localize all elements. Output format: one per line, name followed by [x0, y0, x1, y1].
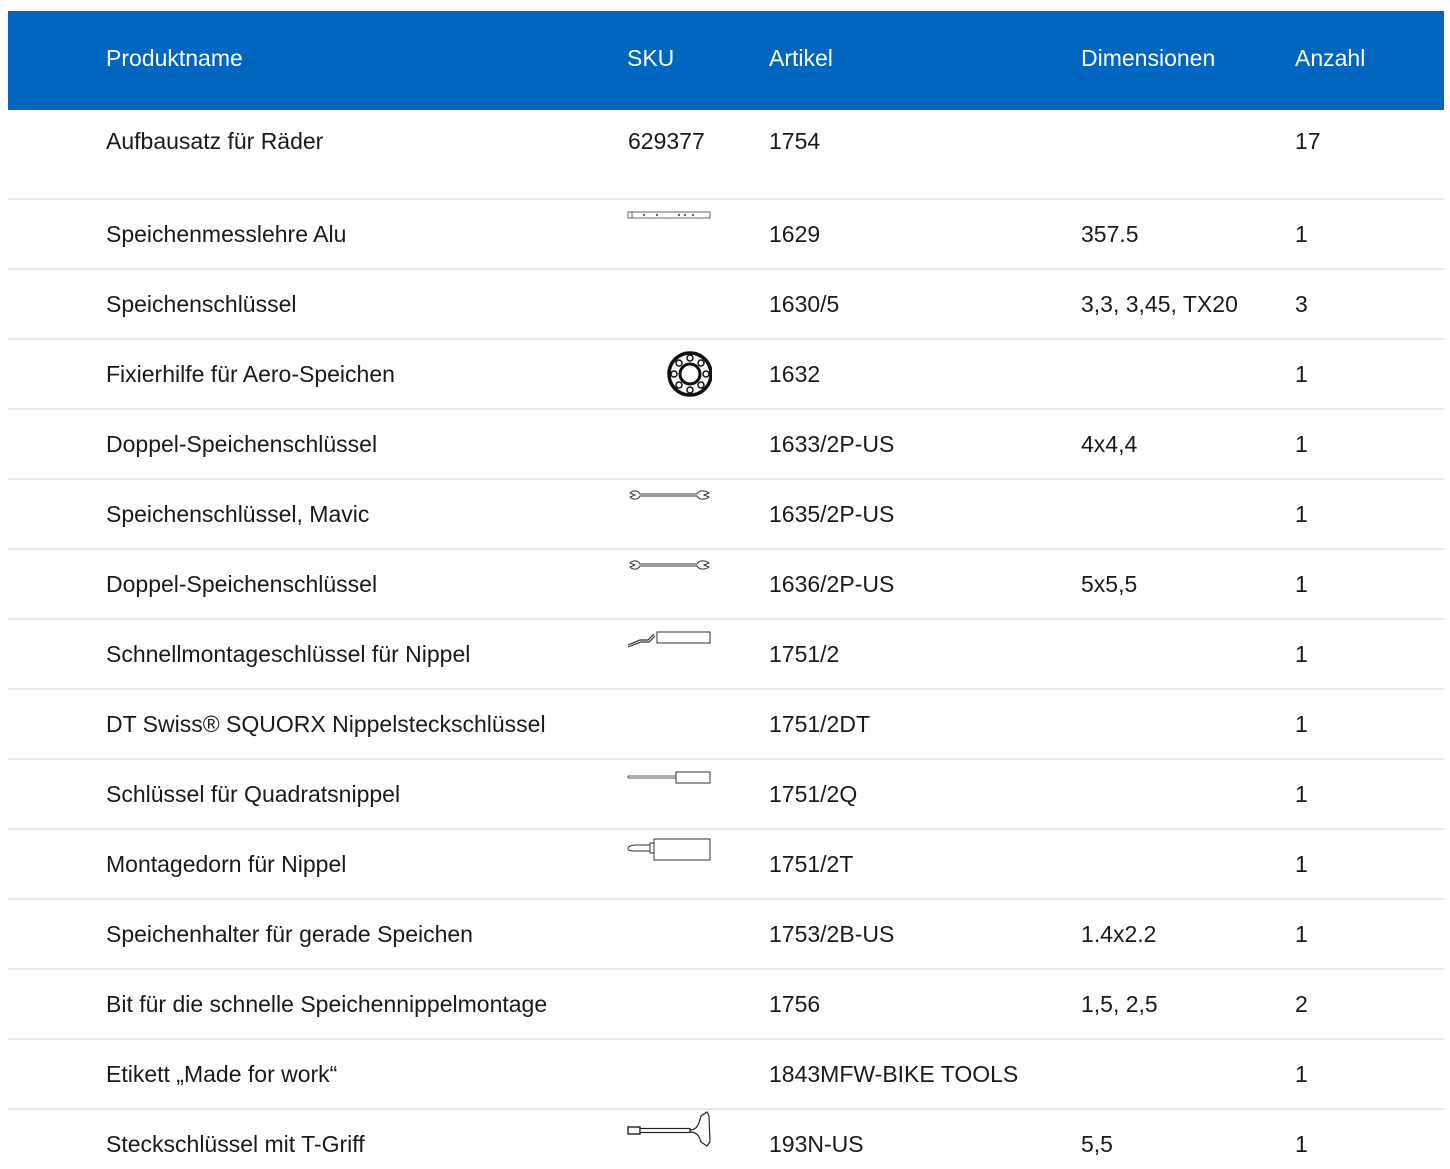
table-row: Schlüssel für Quadratsnippel 1751/2Q 1 — [8, 760, 1444, 830]
product-name-cell: Speichenschlüssel, Mavic — [106, 501, 370, 527]
dimensions-cell: 357.5 — [1081, 221, 1139, 247]
product-name-cell: Aufbausatz für Räder — [106, 128, 324, 154]
table-body: Aufbausatz für Räder 629377 1754 17 Speichen… — [8, 110, 1444, 1169]
product-name-cell: DT Swiss® SQUORX Nippelsteckschlüssel — [106, 711, 546, 737]
product-name-cell: Etikett „Made for work“ — [106, 1061, 338, 1087]
product-name-cell: Speichenmesslehre Alu — [106, 221, 347, 247]
quantity-cell: 1 — [1295, 851, 1308, 877]
article-cell: 1843MFW-BIKE TOOLS — [769, 1061, 1019, 1087]
table-row: Aufbausatz für Räder 629377 1754 17 — [8, 110, 1444, 200]
column-header-article[interactable]: Artikel — [769, 44, 833, 72]
quantity-cell: 1 — [1295, 571, 1308, 597]
article-cell: 1753/2B-US — [769, 921, 895, 947]
product-name-cell: Doppel-Speichenschlüssel — [106, 431, 378, 457]
t-handle-socket-wrench-icon — [627, 1110, 712, 1168]
product-name-cell: Doppel-Speichenschlüssel — [106, 571, 378, 597]
table-row: Steckschlüssel mit T-Griff 193N-US 5,5 1 — [8, 1110, 1444, 1169]
column-header-sku[interactable]: SKU — [627, 44, 674, 72]
quantity-cell: 17 — [1295, 128, 1321, 154]
quantity-cell: 1 — [1295, 781, 1308, 807]
table-row: DT Swiss® SQUORX Nippelsteckschlüssel 175… — [8, 690, 1444, 760]
spoke-gauge-icon — [627, 200, 712, 258]
dimensions-cell: 5x5,5 — [1081, 571, 1138, 597]
quantity-cell: 2 — [1295, 991, 1308, 1017]
product-name-cell: Speichenschlüssel — [106, 291, 297, 317]
quantity-cell: 1 — [1295, 921, 1308, 947]
table-row: Montagedorn für Nippel 1751/2T 1 — [8, 830, 1444, 900]
article-cell: 1635/2P-US — [769, 501, 895, 527]
dimensions-cell: 4x4,4 — [1081, 431, 1138, 457]
dimensions-cell: 5,5 — [1081, 1131, 1113, 1157]
sku-cell: 629377 — [628, 128, 705, 154]
article-cell: 1630/5 — [769, 291, 840, 317]
table-header: Produktname SKU Artikel Dimensionen Anza… — [8, 11, 1444, 110]
quantity-cell: 1 — [1295, 1131, 1308, 1157]
quantity-cell: 1 — [1295, 1061, 1308, 1087]
product-name-cell: Speichenhalter für gerade Speichen — [106, 921, 473, 947]
article-cell: 1751/2 — [769, 641, 840, 667]
product-name-cell: Fixierhilfe für Aero-Speichen — [106, 361, 395, 387]
bent-nipple-driver-icon — [627, 620, 712, 678]
table-row: Doppel-Speichenschlüssel 1633/2P-US 4x4,4 1 — [8, 410, 1444, 480]
square-nipple-driver-icon — [627, 760, 712, 818]
article-cell: 1751/2T — [769, 851, 854, 877]
double-end-wrench-icon — [627, 550, 712, 608]
dimensions-cell: 3,3, 3,45, TX20 — [1081, 291, 1238, 317]
table-row: Fixierhilfe für Aero-Speichen 1632 1 — [8, 340, 1444, 410]
product-name-cell: Bit für die schnelle Speichennippelmonta… — [106, 991, 548, 1017]
quantity-cell: 1 — [1295, 431, 1308, 457]
quantity-cell: 1 — [1295, 501, 1308, 527]
table-row: Etikett „Made for work“ 1843MFW-BIKE TOOL… — [8, 1040, 1444, 1110]
product-name-cell: Schlüssel für Quadratsnippel — [106, 781, 401, 807]
article-cell: 193N-US — [769, 1131, 864, 1157]
article-cell: 1751/2DT — [769, 711, 871, 737]
article-cell: 1636/2P-US — [769, 571, 895, 597]
dimensions-cell: 1.4x2.2 — [1081, 921, 1157, 947]
table-row: Schnellmontageschlüssel für Nippel 1751/2… — [8, 620, 1444, 690]
aero-spoke-holder-icon — [627, 340, 712, 398]
quantity-cell: 1 — [1295, 641, 1308, 667]
product-name-cell: Schnellmontageschlüssel für Nippel — [106, 641, 471, 667]
quantity-cell: 1 — [1295, 221, 1308, 247]
table-row: Speichenschlüssel 1630/5 3,3, 3,45, TX20 3 — [8, 270, 1444, 340]
dimensions-cell: 1,5, 2,5 — [1081, 991, 1158, 1017]
table-row: Doppel-Speichenschlüssel 1636/2P-US 5x5,5 1 — [8, 550, 1444, 620]
column-header-dimensions[interactable]: Dimensionen — [1081, 44, 1215, 72]
table-row: Speichenschlüssel, Mavic 1635/2P-US 1 — [8, 480, 1444, 550]
quantity-cell: 3 — [1295, 291, 1308, 317]
quantity-cell: 1 — [1295, 361, 1308, 387]
product-table: Produktname SKU Artikel Dimensionen Anza… — [8, 11, 1444, 1169]
table-row: Speichenhalter für gerade Speichen 1753/2… — [8, 900, 1444, 970]
column-header-name[interactable]: Produktname — [106, 44, 243, 72]
product-name-cell: Steckschlüssel mit T-Griff — [106, 1131, 365, 1157]
nipple-mandrel-icon — [627, 830, 712, 888]
double-end-wrench-icon — [627, 480, 712, 538]
article-cell: 1632 — [769, 361, 821, 387]
article-cell: 1754 — [769, 128, 821, 154]
table-row: Speichenmesslehre Alu 1629 357.5 1 — [8, 200, 1444, 270]
table-row: Bit für die schnelle Speichennippelmonta… — [8, 970, 1444, 1040]
article-cell: 1751/2Q — [769, 781, 858, 807]
article-cell: 1629 — [769, 221, 821, 247]
product-name-cell: Montagedorn für Nippel — [106, 851, 347, 877]
article-cell: 1633/2P-US — [769, 431, 895, 457]
quantity-cell: 1 — [1295, 711, 1308, 737]
column-header-quantity[interactable]: Anzahl — [1295, 44, 1365, 72]
article-cell: 1756 — [769, 991, 821, 1017]
